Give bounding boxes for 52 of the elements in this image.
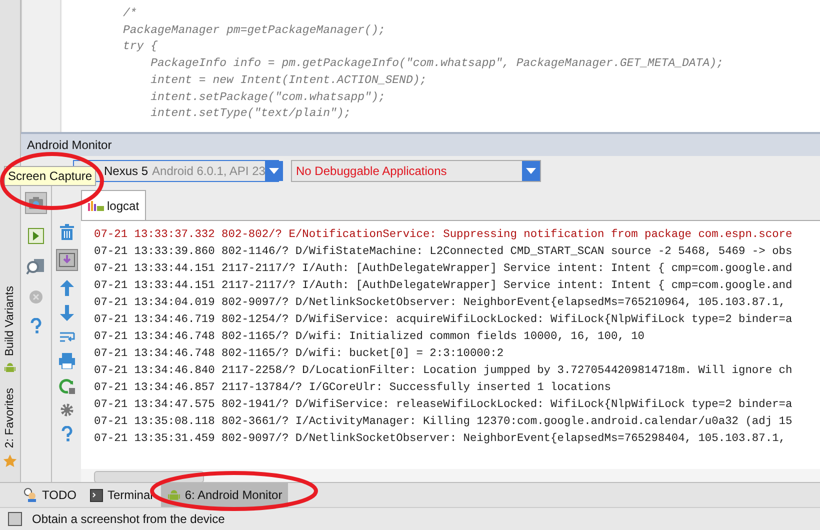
panel-title: Android Monitor	[21, 134, 820, 156]
settings-icon[interactable]	[60, 403, 74, 417]
code-line: /*	[123, 6, 138, 22]
android-icon	[4, 362, 16, 374]
android-icon	[166, 488, 181, 502]
log-line: 07-21 13:34:46.857 2117-13784/? I/GCoreUlr: Successfully inserted 1 locations	[94, 380, 612, 396]
scroll-down-icon	[58, 253, 74, 267]
code-line: intent.setPackage("com.whatsapp");	[150, 90, 386, 106]
todo-icon	[24, 488, 38, 502]
log-line: 07-21 13:34:47.575 802-1941/? D/WifiService: releaseWifiLockLocked: WifiLock{NlpWifiLock type=2 binder=a	[94, 398, 794, 413]
trash-icon[interactable]	[60, 224, 74, 240]
run-icon[interactable]	[28, 228, 44, 244]
terminal-icon	[90, 488, 104, 502]
log-line: 07-21 13:35:08.118 802-3661/? I/ActivityManager: Killing 12370:com.google.android.calendar/u0a32 (adj 15	[94, 414, 794, 430]
log-line: 07-21 13:34:46.748 802-1165/? D/wifi: bucket[0] = 2:3:10000:2	[94, 346, 505, 362]
help-icon[interactable]	[60, 426, 72, 442]
code-line: PackageManager pm=getPackageManager();	[123, 22, 386, 39]
log-line: 07-21 13:33:44.151 2117-2117/? I/Auth: [AuthDelegateWrapper] Service intent: Intent { cmp=com.google.and	[94, 278, 794, 294]
log-line: 07-21 13:33:44.151 2117-2117/? I/Auth: [AuthDelegateWrapper] Service intent: Intent { cmp=com.google.and	[94, 262, 794, 277]
soft-wrap-icon[interactable]	[58, 330, 74, 344]
code-line: PackageInfo info = pm.getPackageInfo("com.whatsapp", PackageManager.GET_META_DATA);	[150, 56, 724, 72]
tooltip: Screen Capture	[4, 166, 96, 186]
code-line: try {	[123, 39, 159, 56]
print-icon[interactable]	[58, 353, 74, 369]
log-line: 07-21 13:34:04.019 802-9097/? D/NetlinkSocketObserver: NeighborEvent{elapsedMs=765210964, 105.103.87.1,	[94, 296, 786, 311]
code-line: intent = new Intent(Intent.ACTION_SEND);	[150, 72, 428, 89]
log-line: 07-21 13:34:46.840 2117-2258/? D/LocationFilter: Location jumpped by 3.7270544209814718m. Will ignore ch	[94, 364, 794, 379]
restart-icon[interactable]	[58, 378, 74, 394]
app-dropdown[interactable]: No Debuggable Applications	[291, 160, 541, 182]
tool-window-tab[interactable]: 6: Android Monitor	[160, 483, 288, 507]
tool-window-tab[interactable]: TODO	[18, 483, 82, 507]
checkbox-icon	[8, 512, 22, 526]
tool-window-tab[interactable]: Terminal	[84, 483, 159, 507]
code-line: intent.setType("text/plain");	[150, 106, 352, 122]
screen-search-icon[interactable]	[26, 258, 46, 276]
log-line: 07-21 13:34:46.719 802-1254/? D/WifiService: acquireWifiLockLocked: WifiLock{NlpWifiLock type=2 binder=a	[94, 312, 794, 328]
scroll-to-end-button[interactable]	[56, 249, 78, 271]
star-icon	[3, 454, 17, 468]
caret-icon	[269, 168, 280, 174]
status-text: Obtain a screenshot from the device	[32, 512, 225, 526]
logcat-tab[interactable]: logcat	[81, 190, 146, 220]
down-arrow-icon[interactable]	[60, 305, 74, 321]
log-line: 07-21 13:33:37.332 802-802/? E/NotificationService: Suppressing notification from package com.espn.score	[94, 228, 794, 243]
up-arrow-icon[interactable]	[60, 280, 74, 296]
log-line: 07-21 13:34:46.748 802-1165/? D/wifi: Initialized common fields 10000, 16, 100, 10	[94, 330, 646, 345]
help-icon[interactable]	[30, 318, 42, 334]
log-line: 07-21 13:35:31.459 802-9097/? D/NetlinkSocketObserver: NeighborEvent{elapsedMs=765298404, 105.103.87.1,	[94, 432, 786, 447]
log-line: 07-21 13:33:39.860 802-1146/? D/WifiStateMachine: L2Connected CMD_START_SCAN source -2 5468, 5469 -> obs	[94, 244, 794, 260]
caret-icon	[526, 168, 536, 174]
side-tab[interactable]: 2: Favorites	[4, 388, 16, 448]
side-tab[interactable]: Build Variants	[4, 286, 16, 356]
logcat-icon	[88, 200, 104, 212]
